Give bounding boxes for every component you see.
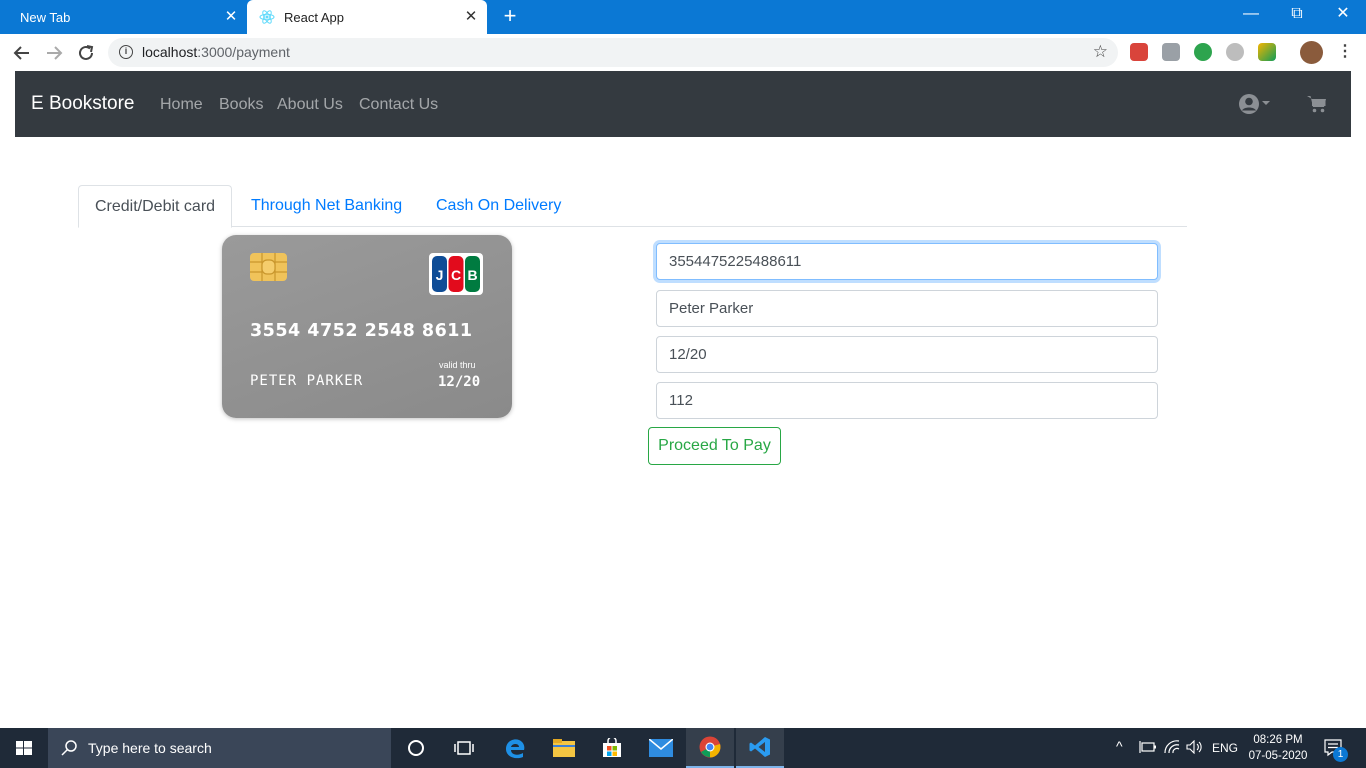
url-text: localhost:3000/payment — [142, 44, 290, 60]
search-icon — [61, 740, 77, 756]
close-tab-icon[interactable]: ✕ — [223, 9, 239, 25]
extension-icon-4[interactable] — [1226, 43, 1244, 61]
tab-credit-debit-card[interactable]: Credit/Debit card — [78, 185, 233, 228]
site-info-icon[interactable]: i — [119, 45, 133, 59]
clock-date: 07-05-2020 — [1248, 750, 1308, 762]
cortana-icon[interactable] — [392, 728, 440, 768]
jcb-logo-icon: J C B — [429, 253, 483, 295]
extension-icon-3[interactable] — [1194, 43, 1212, 61]
nav-link-contact-us[interactable]: Contact Us — [359, 96, 438, 114]
address-bar[interactable]: i localhost:3000/payment ☆ — [108, 38, 1118, 67]
nav-link-books[interactable]: Books — [219, 96, 263, 114]
restore-icon[interactable]: ⧉ — [1274, 0, 1320, 30]
minimize-icon[interactable]: — — [1228, 0, 1274, 30]
windows-taskbar: Type here to search ^ ENG 08:26 PM 07-05… — [0, 728, 1366, 768]
browser-toolbar: i localhost:3000/payment ☆ ⋮ — [0, 34, 1366, 71]
cvc-input[interactable] — [656, 382, 1158, 419]
profile-avatar[interactable] — [1300, 41, 1323, 64]
notification-count-badge: 1 — [1333, 747, 1348, 762]
payment-method-tabs: Credit/Debit card Through Net Banking Ca… — [78, 185, 1187, 228]
nav-link-about-us[interactable]: About Us — [277, 96, 343, 114]
taskbar-search-box[interactable]: Type here to search — [48, 728, 391, 768]
credit-card-preview: J C B 3554 4752 2548 8611 PETER PARKER v… — [222, 235, 512, 418]
extension-icon-2[interactable] — [1162, 43, 1180, 61]
tab-title: New Tab — [20, 9, 71, 25]
svg-text:B: B — [467, 267, 477, 283]
url-host: localhost — [142, 44, 198, 60]
app-navbar: E Bookstore Home Books About Us Contact … — [15, 71, 1351, 137]
browser-tab-strip: New Tab ✕ React App ✕ + — ⧉ ✕ — [0, 0, 1366, 34]
microsoft-store-icon[interactable] — [588, 728, 636, 768]
tab-title: React App — [284, 9, 344, 25]
back-arrow-icon[interactable] — [11, 42, 33, 64]
new-tab-button[interactable]: + — [499, 5, 521, 28]
close-window-icon[interactable]: ✕ — [1320, 0, 1366, 30]
edge-browser-icon[interactable] — [491, 728, 539, 768]
volume-icon[interactable] — [1186, 740, 1204, 754]
card-holder-display: PETER PARKER — [250, 373, 364, 389]
card-holder-name-input[interactable] — [656, 290, 1158, 327]
shopping-cart-icon[interactable] — [1307, 95, 1327, 113]
tab-cash-on-delivery[interactable]: Cash On Delivery — [420, 185, 577, 227]
browser-tab-react-app[interactable]: React App ✕ — [247, 0, 487, 34]
tab-net-banking[interactable]: Through Net Banking — [235, 185, 418, 227]
extension-icon-5[interactable] — [1258, 43, 1276, 61]
user-account-icon[interactable] — [1238, 93, 1272, 115]
brand-logo[interactable]: E Bookstore — [31, 93, 135, 115]
search-placeholder: Type here to search — [88, 740, 212, 756]
expiry-date-input[interactable] — [656, 336, 1158, 373]
card-number-display: 3554 4752 2548 8611 — [250, 321, 473, 341]
nav-link-home[interactable]: Home — [160, 96, 203, 114]
reload-icon[interactable] — [75, 42, 97, 64]
card-expiry-display: 12/20 — [438, 374, 481, 390]
input-language-indicator[interactable]: ENG — [1212, 741, 1238, 755]
extension-icon-1[interactable] — [1130, 43, 1148, 61]
chrome-browser-icon[interactable] — [686, 728, 734, 768]
valid-thru-label: valid thru — [439, 360, 476, 370]
svg-text:C: C — [451, 267, 461, 283]
proceed-to-pay-button[interactable]: Proceed To Pay — [648, 427, 781, 465]
mail-icon[interactable] — [637, 728, 685, 768]
react-logo-icon — [259, 10, 275, 24]
system-clock[interactable]: 08:26 PM 07-05-2020 — [1244, 732, 1312, 764]
forward-arrow-icon[interactable] — [43, 42, 65, 64]
browser-tab-new-tab[interactable]: New Tab ✕ — [0, 0, 247, 34]
battery-power-icon[interactable] — [1139, 740, 1157, 754]
windows-start-icon[interactable] — [0, 728, 48, 768]
url-path: :3000/payment — [197, 44, 290, 60]
card-chip-icon — [250, 253, 287, 281]
svg-text:J: J — [436, 267, 444, 283]
card-number-input[interactable] — [656, 243, 1158, 280]
close-tab-icon[interactable]: ✕ — [463, 9, 479, 25]
task-view-icon[interactable] — [440, 728, 488, 768]
file-explorer-icon[interactable] — [540, 728, 588, 768]
vscode-icon[interactable] — [736, 728, 784, 768]
show-hidden-icons-chevron-icon[interactable]: ^ — [1116, 738, 1123, 754]
clock-time: 08:26 PM — [1253, 734, 1303, 746]
bookmark-star-icon[interactable]: ☆ — [1093, 42, 1108, 62]
browser-menu-icon[interactable]: ⋮ — [1337, 42, 1353, 62]
wifi-icon[interactable] — [1164, 740, 1180, 754]
